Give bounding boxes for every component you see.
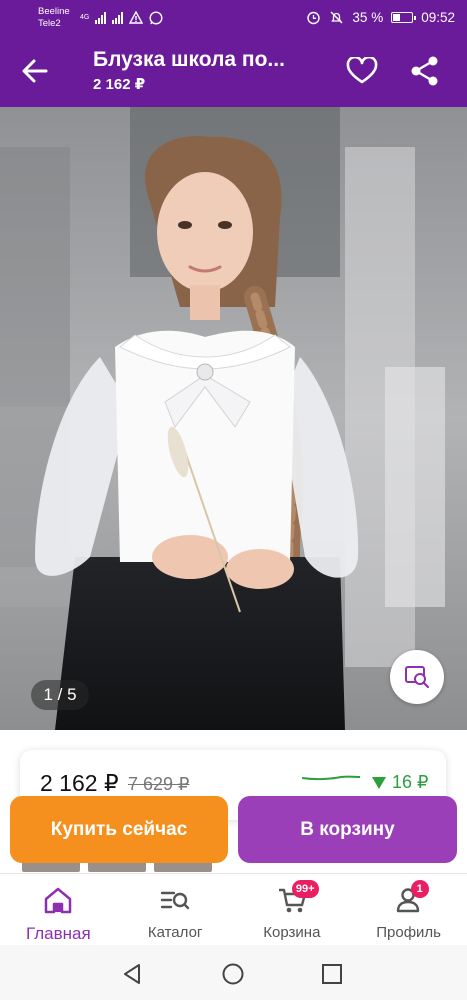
product-photo[interactable]: 1 / 5 (0, 107, 467, 730)
back-arrow-icon (22, 59, 48, 83)
whatsapp-icon (149, 10, 163, 25)
price-trend-sparkline (301, 775, 361, 781)
cart-badge: 99+ (291, 880, 319, 898)
visual-search-button[interactable] (390, 650, 444, 704)
alarm-icon (307, 11, 321, 25)
carrier-names: Beeline Tele2 (38, 6, 74, 30)
header-price: 2 162 ₽ (93, 76, 146, 93)
battery-percent: 35 % (352, 10, 384, 25)
warning-icon (129, 11, 144, 24)
nav-item-catalog[interactable]: Каталог (117, 874, 234, 945)
old-price: 7 629 ₽ (128, 774, 190, 794)
status-bar: Beeline Tele2 4G 35 % 09:52 (0, 0, 467, 35)
status-left: Beeline Tele2 4G (38, 6, 163, 30)
carrier-1: Beeline (38, 5, 70, 17)
bottom-navigation: Главная Каталог 99+ Корзина 1 Профиль (0, 873, 467, 945)
buy-now-button[interactable]: Купить сейчас (10, 796, 228, 863)
nav-label-home: Главная (26, 924, 91, 943)
title-block: Блузка школа по... 2 162 ₽ (93, 47, 333, 95)
back-triangle-icon[interactable] (120, 962, 144, 986)
favorite-button[interactable] (346, 55, 378, 85)
status-right: 35 % 09:52 (306, 10, 455, 25)
battery-icon (391, 12, 417, 23)
heart-icon (346, 55, 378, 84)
network-type: 4G (80, 14, 90, 21)
add-to-cart-button[interactable]: В корзину (238, 796, 457, 863)
profile-icon-wrap: 1 (393, 880, 429, 916)
nav-item-profile[interactable]: 1 Профиль (350, 874, 467, 945)
carrier-2: Tele2 (38, 17, 61, 29)
signal-2-icon (112, 11, 124, 24)
page-title: Блузка школа по... (93, 48, 285, 71)
app-bar: Блузка школа по... 2 162 ₽ (0, 35, 467, 107)
share-button[interactable] (410, 55, 440, 87)
profile-badge: 1 (410, 880, 429, 898)
price-change-value: 16 ₽ (392, 772, 429, 792)
price-change[interactable]: 16 ₽ (372, 772, 428, 793)
home-circle-icon[interactable] (221, 962, 245, 986)
back-button[interactable] (18, 57, 52, 85)
mute-icon (330, 11, 343, 24)
nav-label-catalog: Каталог (147, 924, 203, 941)
image-counter: 1 / 5 (31, 680, 89, 710)
nav-item-cart[interactable]: 99+ Корзина (234, 874, 351, 945)
nav-label-profile: Профиль (376, 924, 441, 941)
nav-item-home[interactable]: Главная (0, 874, 117, 945)
share-icon (411, 56, 438, 86)
price-down-icon (372, 776, 386, 789)
product-image (0, 107, 467, 730)
visual-search-icon (405, 666, 430, 689)
cart-icon-wrap: 99+ (276, 880, 319, 916)
clock: 09:52 (421, 10, 455, 25)
home-icon (45, 887, 72, 914)
nav-label-cart: Корзина (263, 924, 321, 941)
catalog-search-icon (160, 891, 190, 910)
signal-icon (95, 11, 107, 24)
system-navigation (0, 945, 467, 1000)
current-price: 2 162 ₽ (40, 770, 119, 796)
recents-square-icon[interactable] (320, 962, 344, 986)
